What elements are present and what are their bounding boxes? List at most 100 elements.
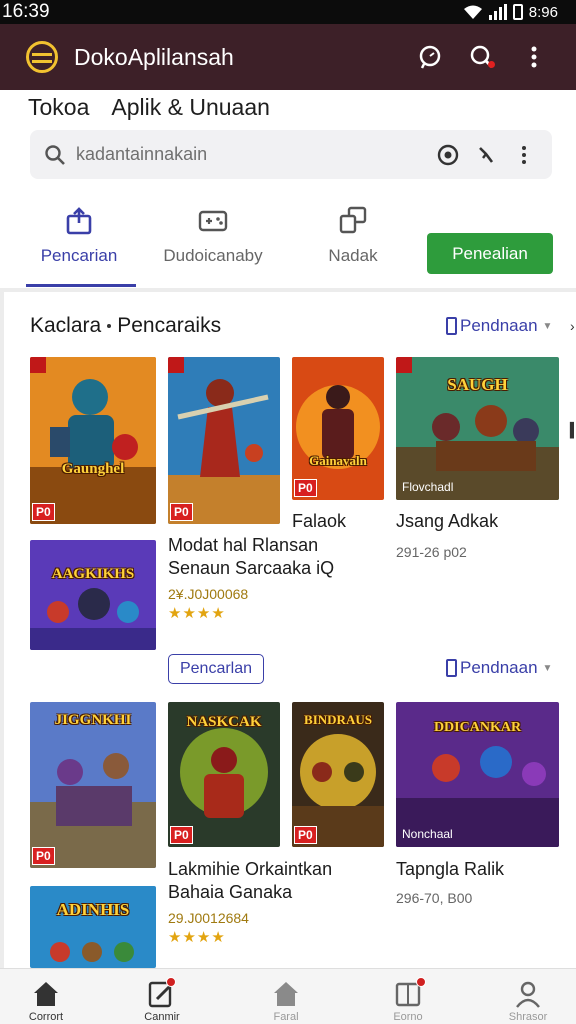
chevron-down-icon: ▼: [542, 320, 553, 332]
promo-button[interactable]: Penealian: [427, 233, 553, 274]
more-vertical-icon: [522, 145, 526, 164]
search-button[interactable]: [462, 37, 502, 77]
tile-art-label: AAGKIKHS: [51, 566, 135, 582]
tile-art-label: SAUGH: [447, 375, 508, 394]
mic-button[interactable]: [472, 141, 500, 169]
search-options-button[interactable]: [510, 141, 538, 169]
tab-games[interactable]: Dudoicanaby: [138, 206, 288, 266]
tab-label: Nadak: [328, 246, 378, 265]
game-tile[interactable]: JIGGNKHI P0: [30, 702, 156, 868]
section-title: Kaclara Pencaraiks: [30, 314, 221, 338]
copy-windows-icon: [339, 206, 367, 234]
target-button[interactable]: [434, 141, 462, 169]
tile-ribbon: [30, 357, 46, 373]
nav-home[interactable]: Corrort: [6, 979, 86, 1023]
content-panel: Kaclara Pencaraiks Pendnaan ▼ › Gaunghel …: [4, 292, 576, 968]
edge-mark: ›: [570, 318, 575, 334]
person-icon: [516, 981, 540, 1008]
tile-caption: Nonchaal: [402, 827, 453, 841]
app-title: DokoAplilansah: [74, 43, 234, 70]
app-meta: 2¥.J0J00068: [168, 586, 249, 602]
more-menu-button[interactable]: [514, 37, 554, 77]
chat-button[interactable]: [410, 37, 450, 77]
game-tile[interactable]: DDICANKAR Nonchaal: [396, 702, 559, 847]
status-time: 16:39: [2, 1, 50, 22]
app-bar: DokoAplilansah: [0, 24, 576, 90]
game-art: [30, 886, 156, 968]
tile-badge: P0: [32, 503, 55, 521]
chat-search-icon: [419, 45, 441, 69]
nav-label: Canmir: [144, 1011, 180, 1023]
game-art: [30, 540, 156, 650]
game-tile[interactable]: SAUGH Flovchadl: [396, 357, 559, 500]
pencarlan-chip[interactable]: Pencarlan: [168, 654, 264, 684]
tile-badge: P0: [294, 479, 317, 497]
search-input[interactable]: [76, 144, 424, 165]
app-title[interactable]: Lakmihie Orkaintkan Bahaia Ganaka: [168, 858, 378, 904]
tab-nadak[interactable]: Nadak: [278, 206, 428, 266]
tile-badge: P0: [170, 503, 193, 521]
more-vertical-icon: [531, 46, 537, 68]
game-tile[interactable]: NASKCAK P0: [168, 702, 280, 847]
tile-badge: P0: [32, 847, 55, 865]
tile-caption: Flovchadl: [402, 480, 454, 494]
nav-edit[interactable]: Canmir: [122, 977, 202, 1023]
nav-profile[interactable]: Shrasor: [488, 979, 568, 1023]
tile-ribbon: [168, 357, 184, 373]
search-field[interactable]: [30, 130, 552, 179]
game-tile[interactable]: BINDRAUS P0: [292, 702, 384, 847]
nav-faral[interactable]: Faral: [246, 979, 326, 1023]
app-title[interactable]: Tapngla Ralik: [396, 858, 504, 881]
app-meta: 291-26 p02: [396, 544, 467, 560]
tile-art-label: Gainavaln: [309, 453, 367, 468]
app-title[interactable]: Modat hal Rlansan Senaun Sarcaaka iQ: [168, 534, 368, 580]
home-icon: [34, 982, 58, 1006]
crosshair-icon: [437, 144, 459, 165]
sort-button[interactable]: Pendnaan ▼: [446, 658, 552, 678]
active-tab-indicator: [26, 284, 136, 287]
game-tile[interactable]: ADINHIS: [30, 886, 156, 968]
tile-badge: P0: [294, 826, 317, 844]
title-separator: [107, 324, 112, 329]
wifi-icon: [463, 5, 482, 19]
game-art: [168, 357, 280, 524]
game-tile[interactable]: Gaunghel P0: [30, 357, 156, 524]
tile-art-label: NASKCAK: [186, 714, 262, 730]
nav-label: Corrort: [28, 1011, 64, 1023]
game-tile[interactable]: AAGKIKHS: [30, 540, 156, 650]
sort-button[interactable]: Pendnaan ▼: [446, 316, 552, 336]
tab-pencarian[interactable]: Pencarian: [4, 206, 154, 266]
upload-box-icon: [66, 207, 92, 235]
phone-icon: [446, 317, 457, 335]
star-rating: ★★★★: [168, 929, 226, 946]
edge-mark: ▍: [570, 422, 576, 438]
sort-label: Pendnaan: [460, 316, 538, 335]
game-tile[interactable]: P0: [168, 357, 280, 524]
app-logo-icon: [26, 41, 58, 73]
game-tile[interactable]: Gainavaln P0: [292, 357, 384, 500]
notification-dot: [416, 977, 426, 987]
tile-art-label: DDICANKAR: [433, 720, 522, 735]
signal-icon: [488, 4, 507, 20]
bottom-navigation: Corrort Canmir Faral Eorno Shrasor: [0, 968, 576, 1024]
game-art: [30, 357, 156, 524]
notification-dot: [488, 61, 495, 68]
tile-badge: P0: [170, 826, 193, 844]
tab-label: Pencarian: [40, 246, 118, 265]
app-meta: 296-70, B00: [396, 890, 473, 906]
gamepad-icon: [198, 210, 228, 232]
brand-row: Tokoa Aplik & Unuaan: [28, 94, 270, 121]
battery-icon: [512, 4, 523, 20]
nav-label: Shrasor: [508, 1011, 548, 1023]
star-rating: ★★★★: [168, 605, 226, 622]
app-title[interactable]: Jsang Adkak: [396, 510, 498, 533]
tile-art-label: JIGGNKHI: [54, 712, 132, 728]
chevron-down-icon: ▼: [542, 662, 553, 674]
status-bar: 16:39 8:96: [0, 0, 576, 24]
nav-eorno[interactable]: Eorno: [368, 977, 448, 1023]
nav-label: Eorno: [393, 1011, 423, 1023]
nav-label: Faral: [273, 1011, 299, 1023]
tab-label: Dudoicanaby: [163, 246, 263, 265]
section-title-a: Kaclara: [30, 314, 102, 337]
brand-left: Tokoa: [28, 94, 90, 120]
